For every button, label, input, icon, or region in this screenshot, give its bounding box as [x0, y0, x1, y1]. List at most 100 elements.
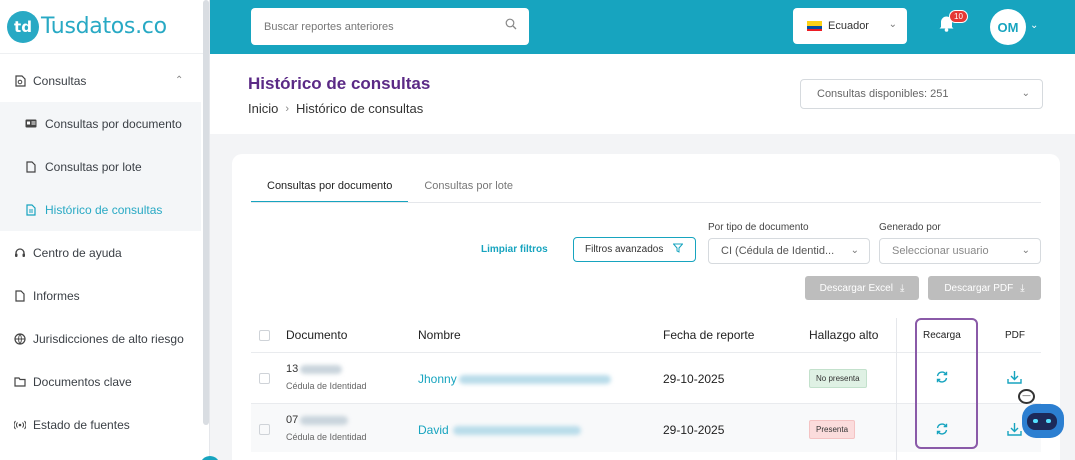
- sidebar-item-informes[interactable]: Informes: [0, 274, 209, 317]
- sidebar-item-documentos-clave[interactable]: Documentos clave: [0, 360, 209, 403]
- file-list-icon: [25, 203, 37, 216]
- sidebar-item-label: Centro de ayuda: [33, 245, 122, 260]
- column-divider: [896, 318, 897, 460]
- chevron-down-icon: ⌄: [1021, 245, 1030, 256]
- filter-icon: [672, 243, 684, 256]
- advanced-filters-button[interactable]: Filtros avanzados: [573, 237, 696, 262]
- search-input[interactable]: [264, 20, 494, 33]
- avatar[interactable]: OM: [990, 9, 1026, 45]
- row-checkbox[interactable]: [259, 424, 270, 435]
- page-header: Histórico de consultas Inicio › Históric…: [210, 54, 1075, 134]
- document-number: 13: [286, 363, 343, 375]
- id-card-icon: [25, 118, 37, 130]
- topbar: Ecuador ⌄ 10 OM ⌄: [210, 0, 1075, 54]
- sidebar-item-label: Estado de fuentes: [33, 417, 130, 432]
- search-icon[interactable]: [505, 18, 517, 33]
- sidebar-subitem-label: Consultas por documento: [45, 116, 182, 131]
- chevron-down-icon: ⌄: [1021, 88, 1030, 99]
- download-excel-label: Descargar Excel: [819, 282, 893, 294]
- logo-text: Tusdatos.co: [41, 14, 167, 39]
- sidebar-item-jurisdicciones[interactable]: Jurisdicciones de alto riesgo: [0, 317, 209, 360]
- document-search-icon: [14, 74, 26, 87]
- person-name-link[interactable]: Jhonny: [418, 372, 611, 386]
- generated-by-label: Generado por: [879, 222, 941, 233]
- sidebar-subitem-label: Consultas por lote: [45, 159, 142, 174]
- logo[interactable]: td Tusdatos.co: [0, 0, 209, 54]
- breadcrumb-current: Histórico de consultas: [296, 101, 424, 116]
- robot-face: [1027, 413, 1057, 430]
- signal-icon: [14, 419, 26, 431]
- sidebar-item-estado-fuentes[interactable]: Estado de fuentes: [0, 403, 209, 446]
- sidebar-subitem-consultas-documento[interactable]: Consultas por documento: [0, 102, 201, 145]
- sidebar-subitem-consultas-lote[interactable]: Consultas por lote: [0, 145, 201, 188]
- logo-mark: td: [7, 10, 39, 43]
- column-header-pdf: PDF: [1005, 330, 1025, 341]
- robot-eye: [1033, 419, 1038, 423]
- generated-by-select[interactable]: Seleccionar usuario ⌄: [879, 238, 1041, 264]
- sidebar-scrollbar[interactable]: [203, 0, 209, 425]
- column-header-nombre: Nombre: [418, 328, 461, 342]
- sidebar-item-label: Documentos clave: [33, 374, 132, 389]
- download-icon: ⤓: [899, 282, 905, 294]
- available-queries-value: Consultas disponibles: 251: [817, 88, 949, 100]
- sidebar-item-consultas[interactable]: Consultas ⌃: [0, 59, 209, 102]
- sidebar-subitem-label: Histórico de consultas: [45, 202, 163, 217]
- select-all-checkbox[interactable]: [259, 330, 270, 341]
- chevron-right-icon: ›: [285, 102, 290, 115]
- column-header-hallazgo: Hallazgo alto: [809, 328, 879, 342]
- document-type: Cédula de Identidad: [286, 432, 367, 442]
- chevron-down-icon: ⌄: [850, 245, 859, 256]
- status-badge: Presenta: [809, 420, 856, 439]
- sidebar-item-label: Jurisdicciones de alto riesgo: [33, 331, 184, 346]
- chevron-down-icon: ⌄: [888, 19, 897, 30]
- doc-type-value: CI (Cédula de Identid...: [721, 245, 835, 257]
- download-pdf-icon[interactable]: [1007, 422, 1022, 439]
- report-date: 29-10-2025: [663, 423, 725, 437]
- notification-count-badge: 10: [949, 10, 968, 23]
- file-icon: [14, 289, 26, 302]
- download-pdf-label: Descargar PDF: [944, 282, 1014, 294]
- chat-bubble-icon: —: [1018, 389, 1035, 404]
- sidebar-item-centro-ayuda[interactable]: Centro de ayuda: [0, 231, 209, 274]
- search-box[interactable]: [251, 8, 529, 45]
- sidebar-item-label: Consultas: [33, 73, 87, 88]
- column-header-documento: Documento: [286, 328, 348, 342]
- page-title: Histórico de consultas: [248, 74, 431, 93]
- download-icon: ⤓: [1020, 282, 1025, 294]
- breadcrumb: Inicio › Histórico de consultas: [248, 101, 423, 116]
- file-icon: [25, 160, 37, 173]
- consultas-submenu: Consultas por documento Consultas por lo…: [0, 102, 201, 231]
- chevron-down-icon[interactable]: ⌄: [1030, 20, 1038, 31]
- row-checkbox[interactable]: [259, 373, 270, 384]
- download-pdf-icon[interactable]: [1007, 370, 1022, 387]
- chevron-up-icon[interactable]: ⌃: [175, 75, 183, 86]
- tab-consultas-documento[interactable]: Consultas por documento: [251, 176, 409, 203]
- document-type: Cédula de Identidad: [286, 381, 367, 391]
- status-badge: No presenta: [809, 369, 867, 388]
- sidebar-item-label: Informes: [33, 288, 80, 303]
- globe-icon: [14, 332, 26, 345]
- available-queries-select[interactable]: Consultas disponibles: 251 ⌄: [800, 79, 1043, 109]
- report-date: 29-10-2025: [663, 372, 725, 386]
- robot-eye: [1046, 419, 1051, 423]
- download-excel-button[interactable]: Descargar Excel ⤓: [805, 276, 919, 300]
- sidebar: td Tusdatos.co Consultas ⌃ Consultas por…: [0, 0, 210, 460]
- sidebar-subitem-historico[interactable]: Histórico de consultas: [0, 188, 201, 231]
- clear-filters-button[interactable]: Limpiar filtros: [481, 244, 548, 255]
- folder-icon: [14, 376, 26, 388]
- tab-bar: Consultas por documento Consultas por lo…: [251, 176, 529, 203]
- headset-icon: [14, 247, 26, 259]
- breadcrumb-home[interactable]: Inicio: [248, 101, 278, 116]
- country-select[interactable]: Ecuador ⌄: [793, 8, 907, 44]
- generated-by-placeholder: Seleccionar usuario: [892, 245, 989, 257]
- recarga-column-highlight: [915, 318, 978, 449]
- column-header-fecha: Fecha de reporte: [663, 328, 755, 342]
- ecuador-flag-icon: [807, 21, 822, 31]
- doc-type-select[interactable]: CI (Cédula de Identid... ⌄: [708, 238, 870, 264]
- country-value: Ecuador: [828, 20, 869, 32]
- tab-consultas-lote[interactable]: Consultas por lote: [408, 176, 529, 203]
- person-name-link[interactable]: David: [418, 423, 581, 437]
- doc-type-label: Por tipo de documento: [708, 222, 809, 233]
- document-number: 07: [286, 414, 349, 426]
- download-pdf-button[interactable]: Descargar PDF ⤓: [928, 276, 1041, 300]
